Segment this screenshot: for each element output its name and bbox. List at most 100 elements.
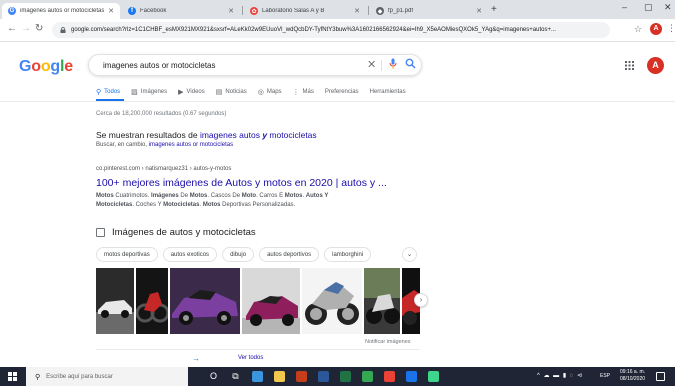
mail-icon[interactable]: [406, 371, 417, 382]
tab-videos[interactable]: ▶ Videos: [178, 88, 205, 96]
word-icon[interactable]: [318, 371, 329, 382]
snippet-text: De: [178, 193, 190, 199]
image-icon: [96, 228, 105, 237]
search-query: imagenes autos or motocicletas: [103, 60, 216, 70]
tab-facebook[interactable]: f Facebook ✕: [122, 3, 240, 19]
clock-time: 09:16 a. m.: [620, 369, 646, 375]
close-window-button[interactable]: ✕: [664, 2, 672, 13]
system-tray-icons[interactable]: ^ ☁ ▬ ▮ ◌ ⊲: [537, 372, 583, 379]
cortana-icon[interactable]: O: [208, 371, 219, 382]
maximize-button[interactable]: ▢: [644, 2, 653, 13]
bookmark-star-icon[interactable]: ☆: [634, 24, 642, 35]
tab-separator: [368, 6, 369, 15]
close-icon[interactable]: ✕: [108, 7, 114, 15]
image-thumbnail[interactable]: [96, 268, 134, 334]
snippet-text: Cuatrimotos.: [113, 193, 152, 199]
new-tab-button[interactable]: +: [491, 4, 497, 15]
snippet-text: . Cascos De: [207, 193, 242, 199]
snippet-text: Deportivas Personalizadas.: [220, 202, 296, 208]
photos-icon[interactable]: [428, 371, 439, 382]
chevron-down-icon[interactable]: ⌄: [402, 247, 417, 262]
tab-noticias[interactable]: ▤ Noticias: [216, 88, 247, 96]
snippet-keyword: Autos Y: [305, 193, 329, 199]
tab-preferencias[interactable]: Preferencias: [325, 88, 359, 96]
browser-toolbar: ← → ↻ google.com/search?rlz=1C1CHBF_esMX…: [0, 19, 675, 42]
forward-arrow-icon[interactable]: →: [21, 23, 31, 34]
tab-laboratorio[interactable]: ✿ Laboratorio Salas A y B ✕: [244, 3, 366, 19]
tab-label: Videos: [186, 89, 205, 95]
excel-icon[interactable]: [340, 371, 351, 382]
clock[interactable]: 09:16 a. m. 08/10/2020: [620, 369, 645, 383]
tab-imagenes[interactable]: ▨ Imágenes: [131, 88, 167, 96]
apps-grid-icon[interactable]: [625, 61, 634, 70]
powerpoint-icon[interactable]: [296, 371, 307, 382]
spelling-prefix: Se muestran resultados de: [96, 130, 200, 140]
drive-icon: ◆: [376, 7, 384, 15]
image-thumbnail[interactable]: [170, 268, 240, 334]
tab-google-search[interactable]: G imagenes autos or motocicletas ✕: [2, 3, 120, 19]
google-logo[interactable]: Google: [19, 58, 73, 76]
language-indicator[interactable]: ESP: [600, 373, 610, 379]
snippet-keyword: Motocicletas: [96, 202, 133, 208]
search-icon[interactable]: [405, 58, 416, 69]
carousel-next-button[interactable]: ›: [414, 293, 428, 307]
image-thumbnail[interactable]: [136, 268, 168, 334]
corrected-query-part: motocicletas: [267, 130, 317, 140]
tab-label: Imágenes: [140, 89, 168, 95]
tab-separator: [242, 6, 243, 15]
facebook-icon: f: [128, 7, 136, 15]
reload-icon[interactable]: ↻: [35, 23, 43, 34]
tab-label: Más: [302, 89, 314, 95]
browser-tab-strip: G imagenes autos or motocicletas ✕ f Fac…: [0, 0, 675, 19]
tab-label: Todos: [104, 89, 121, 95]
image-icon: ▨: [131, 89, 138, 96]
chrome-2-icon[interactable]: [384, 371, 395, 382]
files-icon[interactable]: [274, 371, 285, 382]
logo-letter: g: [50, 58, 60, 75]
avatar[interactable]: A: [650, 23, 662, 35]
chip-lamborghini[interactable]: lamborghini: [324, 247, 372, 262]
snippet-keyword: Motos: [189, 193, 208, 199]
logo-letter: o: [31, 58, 41, 75]
tab-label: fp_p1.pdf: [388, 8, 414, 14]
store-icon[interactable]: [252, 371, 263, 382]
close-icon[interactable]: ✕: [476, 7, 482, 15]
chip-autos-deportivos[interactable]: autos deportivos: [259, 247, 320, 262]
image-thumbnail[interactable]: [302, 268, 362, 334]
microphone-icon[interactable]: [389, 58, 397, 70]
tab-pdf[interactable]: ◆ fp_p1.pdf ✕: [370, 3, 488, 19]
task-view-icon[interactable]: ⧉: [230, 371, 241, 382]
report-images-link[interactable]: Notificar imágenes: [365, 339, 411, 345]
header-divider: [0, 101, 675, 102]
clear-icon[interactable]: ✕: [367, 58, 376, 71]
close-icon[interactable]: ✕: [354, 7, 360, 15]
image-thumbnail[interactable]: [364, 268, 400, 334]
image-thumbnail[interactable]: [242, 268, 300, 334]
avatar[interactable]: A: [647, 57, 664, 74]
tab-maps[interactable]: ◎ Maps: [258, 88, 282, 96]
chip-autos-exoticos[interactable]: autos exoticos: [162, 247, 218, 262]
corrected-query-link[interactable]: imagenes autos y motocicletas: [200, 130, 317, 140]
tab-todos[interactable]: ⚲ Todos: [96, 88, 120, 96]
minimize-button[interactable]: –: [622, 2, 627, 12]
see-all-images-button[interactable]: → Ver todos: [184, 351, 332, 365]
tab-mas[interactable]: ⋮ Más: [293, 88, 314, 96]
result-snippet: Motos Cuatrimotos. Imágenes De Motos. Ca…: [96, 193, 328, 199]
back-arrow-icon[interactable]: ←: [7, 23, 17, 34]
address-bar[interactable]: google.com/search?rlz=1C1CHBF_esMX921MX9…: [52, 22, 610, 38]
chip-motos-deportivas[interactable]: motos deportivas: [96, 247, 158, 262]
close-icon[interactable]: ✕: [228, 7, 234, 15]
chip-dibujo[interactable]: dibujo: [222, 247, 255, 262]
menu-kebab-icon[interactable]: ⋮: [667, 23, 675, 34]
taskbar-search-input[interactable]: ⚲ Escribe aquí para buscar: [26, 367, 188, 386]
arrow-right-icon: →: [192, 353, 200, 363]
notification-icon[interactable]: [656, 372, 665, 381]
tab-label: Laboratorio Salas A y B: [262, 8, 325, 14]
windows-start-icon[interactable]: [8, 372, 17, 381]
snippet-text: . Carros E: [256, 193, 285, 199]
result-title-link[interactable]: 100+ mejores imágenes de Autos y motos e…: [96, 177, 387, 189]
original-query-link[interactable]: imagenes autos or motocicletas: [149, 142, 233, 148]
tab-herramientas[interactable]: Herramientas: [370, 88, 406, 96]
chrome-icon[interactable]: [362, 371, 373, 382]
result-cite: co.pinterest.com › natismarquez31 › auto…: [96, 166, 232, 172]
